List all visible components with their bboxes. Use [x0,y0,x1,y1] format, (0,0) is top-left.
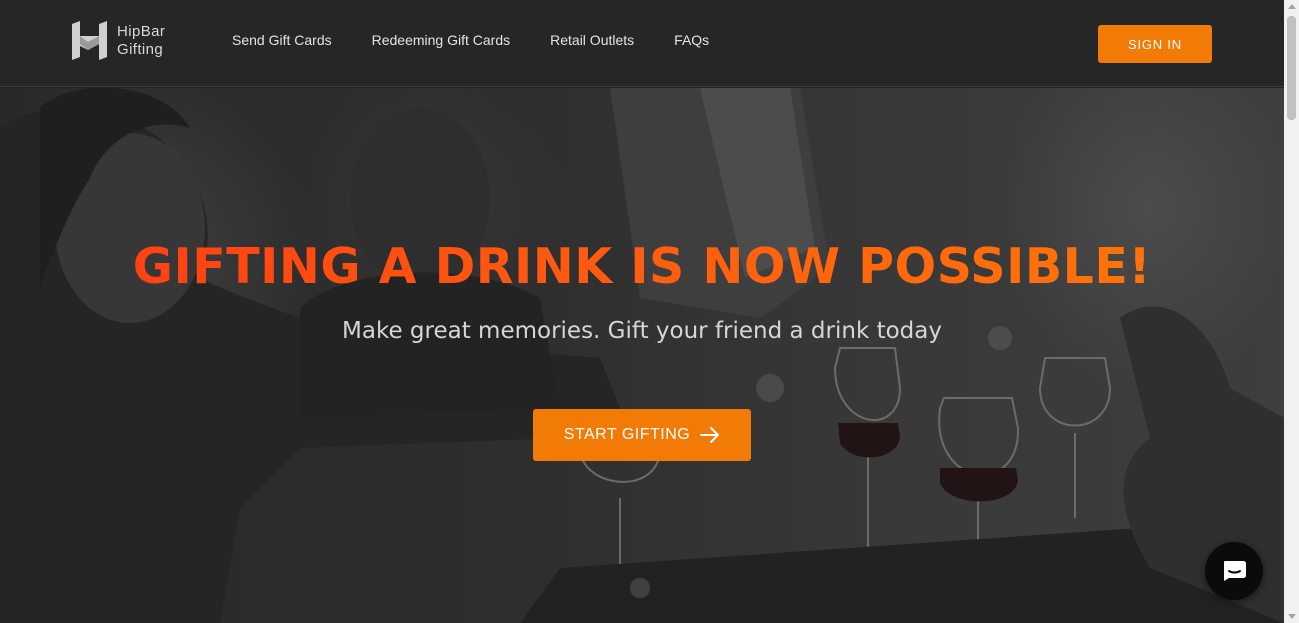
arrow-right-icon [700,427,720,443]
hipbar-logo-icon [72,21,107,60]
hipbar-logo[interactable]: HipBar Gifting [70,20,165,61]
nav-redeeming-gift-cards[interactable]: Redeeming Gift Cards [372,32,511,48]
hero-section: GIFTING A DRINK IS NOW POSSIBLE! Make gr… [0,88,1284,623]
nav-retail-outlets[interactable]: Retail Outlets [550,32,634,48]
start-gifting-button[interactable]: START GIFTING [533,409,751,461]
brand-subtitle: Gifting [117,40,164,58]
hero-headline: GIFTING A DRINK IS NOW POSSIBLE! [0,238,1284,295]
site-header: HipBar Gifting Send Gift Cards Redeeming… [0,0,1284,87]
chat-launcher-button[interactable] [1205,542,1263,600]
chat-bubble-icon [1224,561,1246,581]
page-scrollbar[interactable] [1284,0,1299,623]
brand-name: HipBar [117,22,166,40]
hero-subline: Make great memories. Gift your friend a … [342,318,942,344]
scroll-up-arrow-icon[interactable] [1288,4,1296,9]
nav-faqs[interactable]: FAQs [674,32,709,48]
nav-send-gift-cards[interactable]: Send Gift Cards [232,32,332,48]
scrollbar-thumb[interactable] [1287,16,1296,120]
scroll-down-arrow-icon[interactable] [1288,614,1296,619]
main-nav: Send Gift Cards Redeeming Gift Cards Ret… [232,32,749,48]
sign-in-button[interactable]: SIGN IN [1098,25,1212,63]
start-gifting-label: START GIFTING [563,426,691,443]
